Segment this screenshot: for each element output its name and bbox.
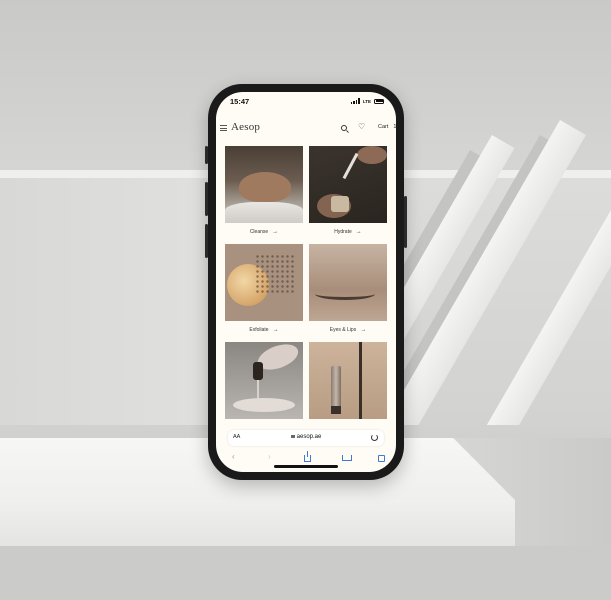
cleanse-image (225, 146, 303, 223)
category-tile-body[interactable] (225, 342, 303, 419)
body-image (225, 342, 303, 419)
url-text: aesop.ae (296, 434, 322, 440)
arrow-right-icon: → (355, 229, 362, 235)
site-header: Aesop ♡ Cart 1 (216, 120, 396, 140)
volume-down-button (205, 224, 208, 258)
share-icon[interactable] (304, 451, 311, 462)
cart-count: 1 (393, 124, 396, 130)
phone-device: 15:47 LTE Aesop ♡ Cart 1 Cleanse → Hydra… (205, 84, 407, 480)
lock-icon (290, 435, 295, 438)
eyes-lips-image (309, 244, 387, 321)
brand-logo[interactable]: Aesop (231, 121, 260, 133)
address-bar[interactable]: AA aesop.ae (228, 430, 384, 446)
browser-toolbar: ‹ › (216, 451, 396, 466)
category-tile-cleanse[interactable]: Cleanse → (225, 146, 303, 241)
cart-button[interactable]: Cart 1 (378, 124, 396, 130)
category-label: Exfoliate (249, 327, 269, 333)
category-tile-exfoliate[interactable]: Exfoliate → (225, 244, 303, 339)
arrow-right-icon: → (272, 229, 279, 235)
category-tile-hydrate[interactable]: Hydrate → (309, 146, 387, 241)
category-tile-eyes-lips[interactable]: Eyes & Lips → (309, 244, 387, 339)
bookmarks-icon[interactable] (342, 455, 352, 461)
makeup-image (309, 342, 387, 419)
arrow-right-icon: → (360, 327, 367, 333)
category-label: Eyes & Lips (329, 327, 357, 333)
status-time: 15:47 (230, 97, 250, 106)
pedestal-front (0, 500, 515, 546)
category-label: Hydrate (334, 229, 352, 235)
heart-icon[interactable]: ♡ (358, 122, 365, 131)
floor-shade (0, 546, 611, 600)
back-button[interactable]: ‹ (232, 452, 235, 461)
reload-icon[interactable] (371, 434, 378, 441)
arrow-right-icon: → (272, 327, 279, 333)
search-icon[interactable] (341, 125, 347, 131)
hydrate-image (309, 146, 387, 223)
volume-up-button (205, 182, 208, 216)
status-bar: 15:47 LTE (216, 92, 396, 114)
category-caption: Cleanse → (225, 223, 303, 241)
category-caption: Exfoliate → (225, 321, 303, 339)
menu-icon[interactable] (220, 125, 227, 131)
category-label: Cleanse (249, 229, 269, 235)
category-caption: Eyes & Lips → (309, 321, 387, 339)
cart-label: Cart (378, 124, 389, 130)
category-tile-makeup[interactable] (309, 342, 387, 419)
tabs-icon[interactable] (378, 455, 385, 462)
battery-icon (374, 98, 384, 104)
signal-icon (350, 98, 360, 104)
status-icons: LTE (350, 98, 384, 104)
network-type: LTE (362, 98, 371, 104)
phone-screen: 15:47 LTE Aesop ♡ Cart 1 Cleanse → Hydra… (216, 92, 396, 472)
forward-button[interactable]: › (268, 452, 271, 461)
left-wall (0, 176, 215, 426)
power-button (404, 196, 407, 248)
exfoliate-image (225, 244, 303, 321)
home-indicator (274, 465, 338, 468)
category-caption: Hydrate → (309, 223, 387, 241)
url-display: aesop.ae (228, 434, 384, 440)
silent-switch (205, 146, 208, 164)
